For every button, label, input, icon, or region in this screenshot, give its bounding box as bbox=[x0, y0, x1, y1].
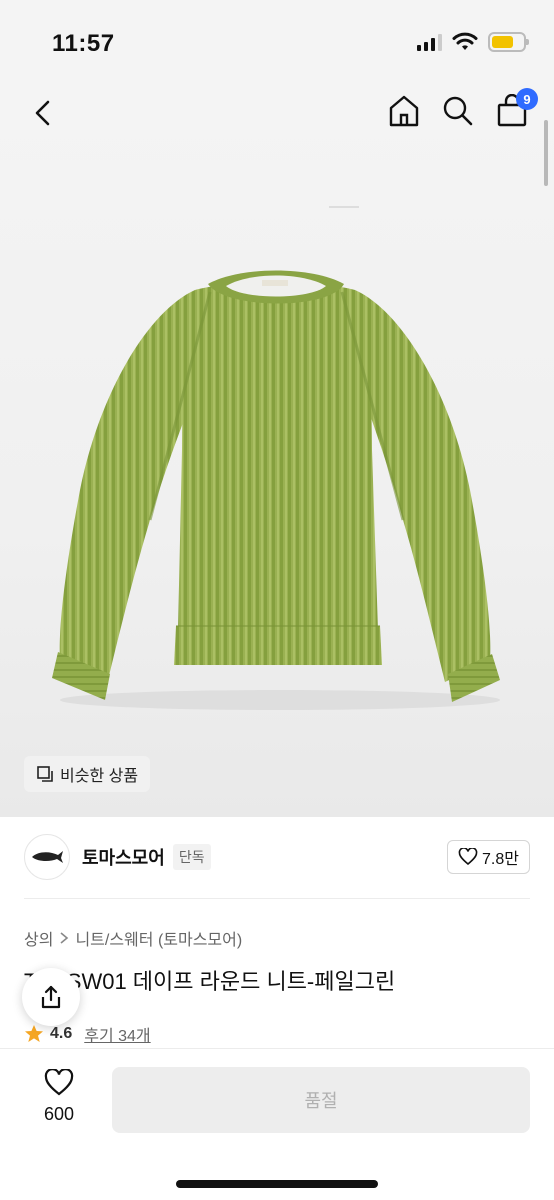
breadcrumb-root[interactable]: 상의 bbox=[24, 926, 53, 950]
wishlist-button[interactable]: 600 bbox=[26, 1068, 92, 1125]
brand-logo[interactable] bbox=[24, 834, 70, 880]
status-icons bbox=[417, 32, 529, 52]
search-button[interactable] bbox=[442, 94, 474, 128]
brand-like-count: 7.8만 bbox=[482, 851, 519, 868]
cart-button[interactable]: 9 bbox=[496, 88, 538, 128]
rating-row: 4.6 후기 34개 bbox=[24, 1022, 151, 1046]
heart-icon bbox=[44, 1068, 74, 1096]
header-actions: 9 bbox=[388, 88, 538, 128]
chevron-left-icon bbox=[35, 100, 50, 126]
home-indicator bbox=[176, 1180, 378, 1188]
product-image-area[interactable]: 9 비슷한 상품 bbox=[0, 80, 554, 817]
sold-out-button[interactable]: 품절 bbox=[112, 1067, 530, 1133]
rating-value: 4.6 bbox=[50, 1025, 73, 1042]
breadcrumb-category[interactable]: 니트/스웨터 (토마스모어) bbox=[75, 926, 242, 950]
back-button[interactable] bbox=[28, 98, 58, 128]
bottom-action-bar: 600 품절 bbox=[0, 1048, 554, 1200]
share-button[interactable] bbox=[22, 968, 80, 1026]
chevron-right-icon bbox=[60, 932, 69, 944]
similar-products-button[interactable]: 비슷한 상품 bbox=[24, 756, 151, 792]
similar-products-label: 비슷한 상품 bbox=[60, 768, 139, 785]
star-icon bbox=[25, 1025, 43, 1042]
product-title: T…-SW01 데이프 라운드 니트-페일그린 bbox=[24, 969, 396, 994]
share-icon bbox=[41, 985, 61, 1009]
similar-items-icon bbox=[37, 766, 53, 782]
whale-logo-icon bbox=[32, 851, 63, 863]
cellular-signal-icon bbox=[417, 33, 442, 51]
exclusive-badge: 단독 bbox=[172, 844, 211, 870]
brand-like-button[interactable]: 7.8만 bbox=[447, 840, 530, 874]
status-bar: 11:57 bbox=[0, 0, 554, 80]
search-icon bbox=[443, 96, 473, 126]
cart-count-badge: 9 bbox=[516, 88, 538, 110]
image-pager-indicator bbox=[329, 206, 359, 208]
battery-icon bbox=[488, 32, 529, 52]
home-button[interactable] bbox=[388, 94, 420, 128]
wifi-icon bbox=[452, 32, 478, 50]
status-time: 11:57 bbox=[52, 30, 115, 57]
divider bbox=[24, 898, 530, 899]
brand-row: 토마스모어 단독 7.8만 bbox=[24, 832, 530, 882]
heart-icon bbox=[458, 848, 478, 866]
breadcrumb: 상의 니트/스웨터 (토마스모어) bbox=[24, 926, 242, 950]
scroll-indicator bbox=[544, 120, 548, 186]
reviews-link[interactable]: 후기 34개 bbox=[84, 1022, 150, 1046]
brand-name[interactable]: 토마스모어 bbox=[82, 844, 165, 870]
home-icon bbox=[389, 95, 419, 127]
sweater-photo bbox=[52, 270, 500, 710]
wishlist-count: 600 bbox=[43, 1104, 75, 1124]
